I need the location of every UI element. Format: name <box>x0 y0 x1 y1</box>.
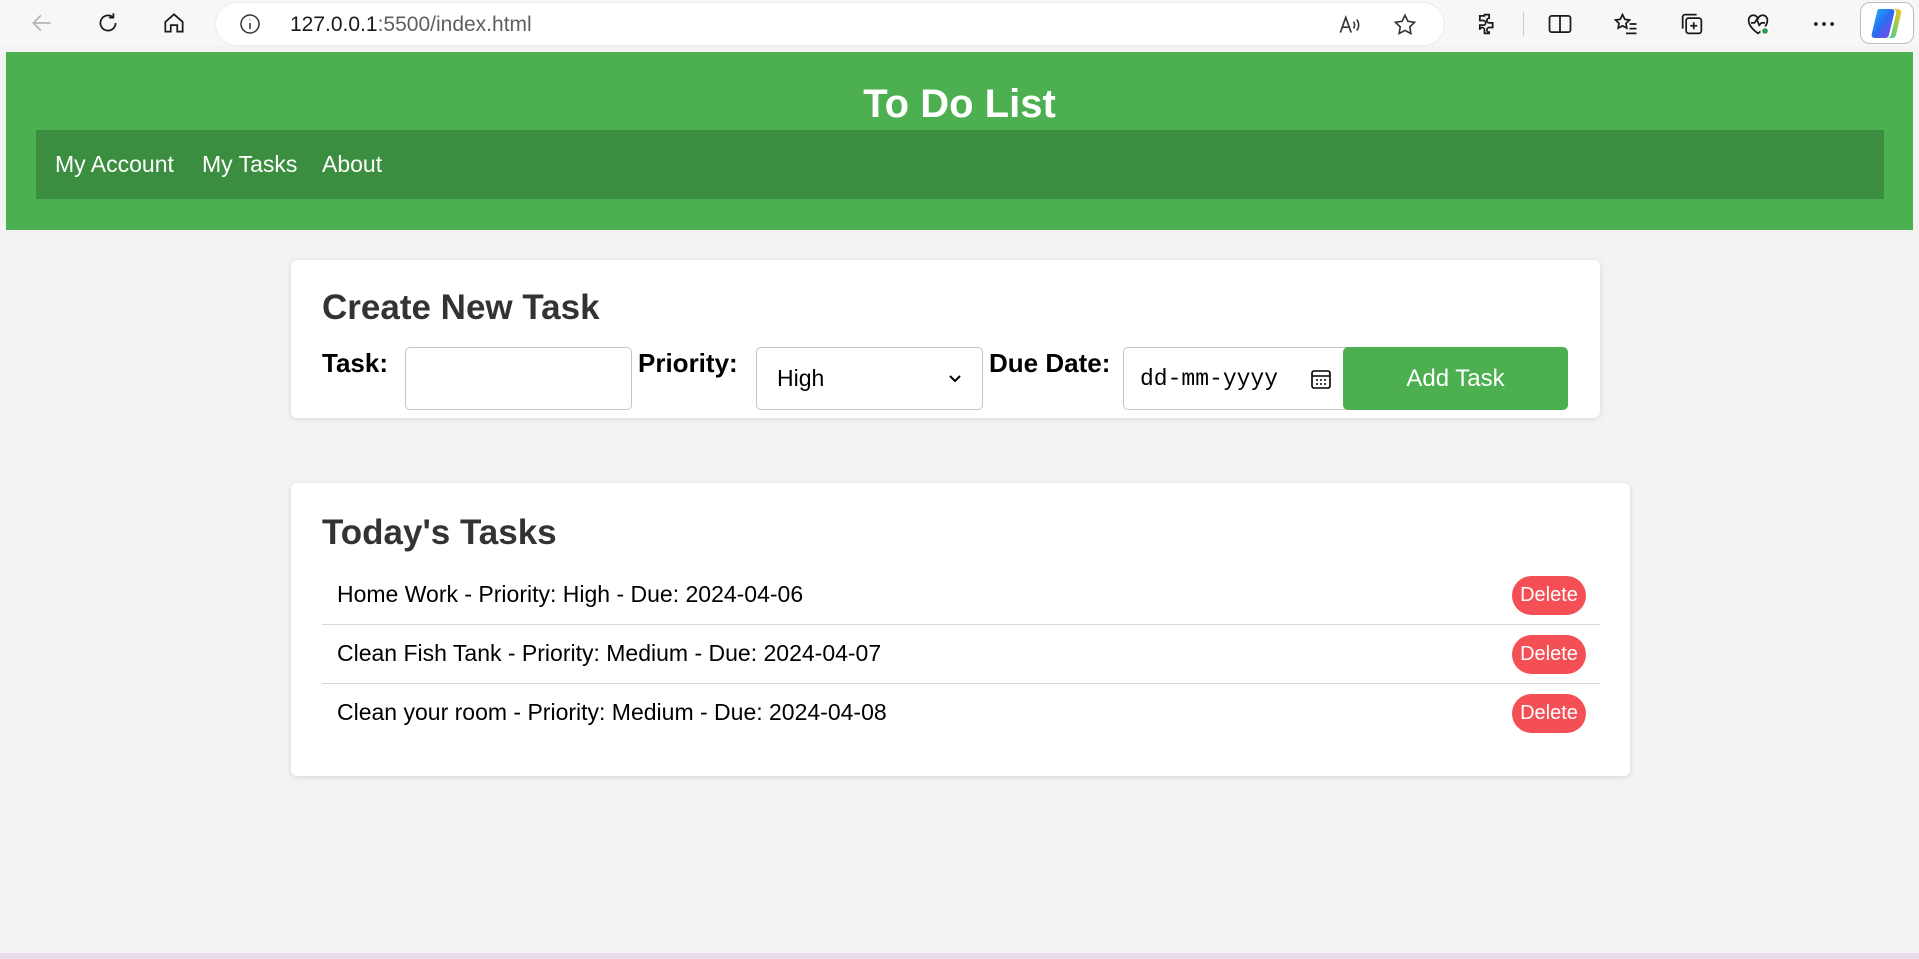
due-date-label: Due Date: <box>989 348 1111 378</box>
page-viewport: To Do List My Account My Tasks About Cre… <box>6 52 1913 955</box>
home-icon[interactable] <box>154 6 194 40</box>
url-path: :5500/index.html <box>377 13 532 36</box>
toolbar-separator <box>1523 12 1524 36</box>
url-text[interactable]: 127.0.0.1:5500/index.html <box>290 13 532 37</box>
favorite-star-icon[interactable] <box>1392 12 1418 38</box>
task-item-text: Clean your room - Priority: Medium - Due… <box>337 699 887 725</box>
add-task-button[interactable]: Add Task <box>1343 347 1568 410</box>
delete-task-button[interactable]: Delete <box>1512 635 1586 674</box>
browser-toolbar: 127.0.0.1:5500/index.html <box>0 0 1919 46</box>
main-nav: My Account My Tasks About <box>36 130 1884 199</box>
split-screen-icon[interactable] <box>1546 10 1574 38</box>
copilot-icon[interactable] <box>1860 2 1914 44</box>
browser-essentials-icon[interactable] <box>1744 10 1772 38</box>
back-icon[interactable] <box>22 6 62 40</box>
task-input[interactable] <box>405 347 632 410</box>
extensions-icon[interactable] <box>1474 10 1502 38</box>
nav-my-account[interactable]: My Account <box>55 151 174 178</box>
due-date-input[interactable]: dd-mm-yyyy <box>1123 347 1350 410</box>
priority-selected-value: High <box>777 365 825 391</box>
window-bottom-edge <box>0 953 1919 959</box>
site-header: To Do List My Account My Tasks About <box>6 52 1913 230</box>
nav-my-tasks[interactable]: My Tasks <box>202 151 297 178</box>
task-item-text: Home Work - Priority: High - Due: 2024-0… <box>337 581 804 607</box>
address-bar[interactable]: 127.0.0.1:5500/index.html <box>216 3 1444 45</box>
priority-label: Priority: <box>638 348 738 378</box>
task-item-text: Clean Fish Tank - Priority: Medium - Due… <box>337 640 882 666</box>
task-item: Clean your room - Priority: Medium - Due… <box>322 684 1600 743</box>
more-options-icon[interactable] <box>1810 10 1838 38</box>
calendar-icon[interactable] <box>1309 367 1333 391</box>
refresh-icon[interactable] <box>88 6 128 40</box>
page-title: To Do List <box>863 82 1056 126</box>
delete-task-button[interactable]: Delete <box>1512 694 1586 733</box>
read-aloud-icon[interactable] <box>1336 12 1362 38</box>
delete-task-button[interactable]: Delete <box>1512 576 1586 615</box>
site-info-icon[interactable] <box>238 12 262 36</box>
nav-about[interactable]: About <box>322 151 382 178</box>
task-item: Home Work - Priority: High - Due: 2024-0… <box>322 566 1600 625</box>
todays-tasks-card: Today's Tasks Home Work - Priority: High… <box>291 483 1630 776</box>
task-label: Task: <box>322 348 388 378</box>
favorites-icon[interactable] <box>1612 10 1640 38</box>
todays-tasks-heading: Today's Tasks <box>322 513 557 552</box>
task-item: Clean Fish Tank - Priority: Medium - Due… <box>322 625 1600 684</box>
url-host: 127.0.0.1 <box>290 13 378 36</box>
chevron-down-icon <box>949 374 961 382</box>
create-task-card: Create New Task Task: Priority: High Due… <box>291 260 1600 418</box>
priority-select[interactable]: High <box>756 347 983 410</box>
due-date-placeholder: dd-mm-yyyy <box>1140 365 1279 392</box>
collections-icon[interactable] <box>1678 10 1706 38</box>
create-task-heading: Create New Task <box>322 288 600 327</box>
